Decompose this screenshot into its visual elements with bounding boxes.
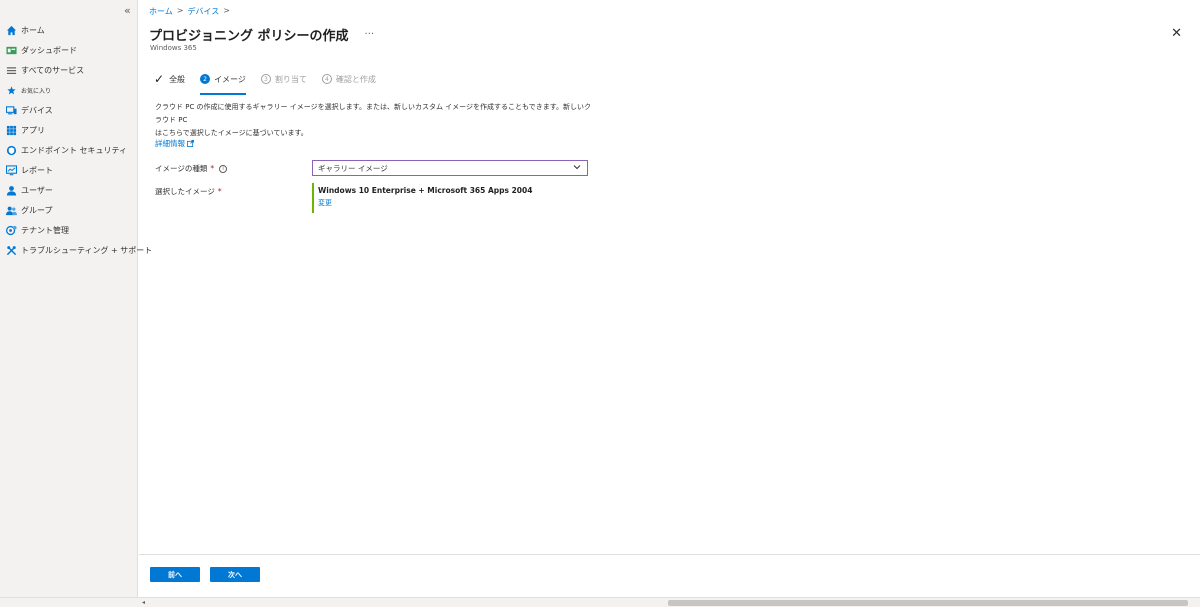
sidebar-item-label: レポート (21, 165, 53, 175)
tenant-icon (6, 225, 17, 235)
chevron-down-icon (573, 165, 581, 170)
checkmark-icon: ✓ (154, 72, 165, 86)
page-subtitle: Windows 365 (150, 44, 197, 52)
group-icon (6, 206, 17, 215)
step-basics[interactable]: ✓ 全般 (154, 73, 185, 91)
sidebar-item-label: すべてのサービス (21, 65, 85, 75)
shield-icon (6, 145, 17, 155)
more-info-label: 詳細情報 (155, 139, 185, 148)
step-number: 4 (321, 74, 332, 84)
sidebar-item-dashboard[interactable]: ダッシュボード (0, 40, 138, 60)
selected-image-label-text: 選択したイメージ (155, 187, 215, 196)
breadcrumb-devices-link[interactable]: デバイス (187, 6, 219, 17)
step-number: 3 (260, 74, 271, 84)
selected-image-block: Windows 10 Enterprise + Microsoft 365 Ap… (312, 183, 532, 213)
horizontal-scrollbar[interactable]: ◂ (0, 597, 1200, 607)
sidebar-item-groups[interactable]: グループ (0, 200, 138, 220)
sidebar-item-label: ダッシュボード (21, 45, 77, 55)
more-options-button[interactable]: ··· (365, 29, 375, 40)
description-line: はこちらで選択したイメージに基づいています。 (155, 129, 308, 137)
scroll-left-arrow-icon[interactable]: ◂ (142, 599, 145, 606)
image-type-label-text: イメージの種類 (155, 164, 208, 173)
sidebar-item-reports[interactable]: レポート (0, 160, 138, 180)
previous-button[interactable]: 前へ (150, 567, 200, 582)
sidebar-item-label: エンドポイント セキュリティ (21, 145, 128, 155)
next-button[interactable]: 次へ (210, 567, 260, 582)
description: クラウド PC の作成に使用するギャラリー イメージを選択します。または、新しい… (155, 101, 595, 140)
selected-image-label: 選択したイメージ * (155, 186, 222, 197)
collapse-sidebar-button[interactable]: « (124, 4, 131, 17)
sidebar-item-favorites[interactable]: お気に入り (0, 80, 138, 100)
external-link-icon (187, 140, 194, 147)
devices-icon (6, 105, 17, 114)
required-mark: * (217, 187, 222, 196)
breadcrumb-separator: > (223, 6, 230, 15)
user-icon (6, 185, 17, 196)
description-line: クラウド PC の作成に使用するギャラリー イメージを選択します。または、新しい… (155, 103, 592, 124)
step-label: イメージ (214, 74, 246, 84)
sidebar-item-label: アプリ (21, 125, 45, 135)
change-image-link[interactable]: 変更 (318, 198, 532, 208)
scrollbar-thumb[interactable] (668, 600, 1188, 606)
step-label: 確認と作成 (335, 74, 376, 84)
breadcrumb: ホーム > デバイス > (149, 6, 230, 17)
wizard-steps: ✓ 全般 2 イメージ 3 割り当て 4 確認と作成 (154, 73, 391, 95)
more-info-link[interactable]: 詳細情報 (155, 138, 194, 149)
title-row: プロビジョニング ポリシーの作成 ··· (149, 25, 374, 44)
apps-icon (6, 125, 17, 135)
dashboard-icon (6, 46, 17, 54)
main-panel: ホーム > デバイス > プロビジョニング ポリシーの作成 ··· Window… (139, 0, 1200, 597)
close-button[interactable]: ✕ (1171, 26, 1182, 41)
step-assignments[interactable]: 3 割り当て (260, 74, 307, 91)
selected-image-name: Windows 10 Enterprise + Microsoft 365 Ap… (318, 186, 533, 195)
sidebar-item-label: トラブルシューティング + サポート (21, 245, 153, 255)
sidebar-item-devices[interactable]: デバイス (0, 100, 138, 120)
sidebar: « ホーム ダッシュボード すべてのサービス お気に入り デバイス アプリ エン… (0, 0, 152, 597)
step-label: 全般 (169, 74, 186, 84)
report-icon (6, 164, 17, 175)
image-type-dropdown[interactable]: ギャラリー イメージ (312, 160, 588, 176)
sidebar-item-all-services[interactable]: すべてのサービス (0, 60, 138, 80)
breadcrumb-separator: > (176, 6, 184, 15)
sidebar-item-tenant-admin[interactable]: テナント管理 (0, 220, 138, 240)
breadcrumb-home-link[interactable]: ホーム (149, 6, 173, 17)
sidebar-item-label: ホーム (21, 25, 45, 35)
star-icon (7, 85, 16, 94)
info-icon[interactable]: i (219, 164, 228, 173)
step-image[interactable]: 2 イメージ (200, 74, 246, 95)
step-label: 割り当て (274, 74, 307, 84)
step-number: 2 (200, 74, 211, 84)
sidebar-item-label: お気に入り (21, 87, 52, 95)
sidebar-item-home[interactable]: ホーム (0, 20, 138, 40)
sidebar-item-label: グループ (21, 205, 53, 215)
sidebar-item-troubleshooting[interactable]: トラブルシューティング + サポート (0, 240, 152, 260)
tools-icon (6, 245, 17, 255)
sidebar-item-label: ユーザー (21, 185, 53, 195)
home-icon (6, 25, 17, 35)
sidebar-nav: ホーム ダッシュボード すべてのサービス お気に入り デバイス アプリ エンドポ… (0, 20, 152, 260)
sidebar-item-apps[interactable]: アプリ (0, 120, 138, 140)
sidebar-item-label: テナント管理 (21, 225, 69, 235)
image-type-label: イメージの種類 * i (155, 163, 228, 174)
sidebar-item-endpoint-security[interactable]: エンドポイント セキュリティ (0, 140, 138, 160)
list-icon (6, 66, 17, 74)
step-review-create[interactable]: 4 確認と作成 (321, 74, 376, 91)
sidebar-item-label: デバイス (21, 105, 53, 115)
required-mark: * (210, 164, 215, 173)
image-type-value: ギャラリー イメージ (318, 163, 388, 173)
page-title: プロビジョニング ポリシーの作成 (149, 29, 349, 44)
footer-bar: 前へ 次へ (139, 554, 1200, 597)
sidebar-item-users[interactable]: ユーザー (0, 180, 138, 200)
